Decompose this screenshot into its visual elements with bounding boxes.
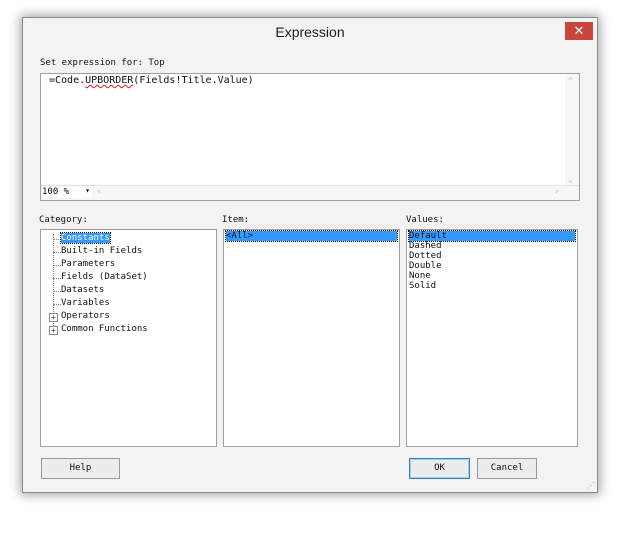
tree-branch: [53, 239, 61, 240]
values-list-entry[interactable]: Dotted: [409, 251, 575, 261]
values-label: Values:: [406, 215, 444, 225]
category-item-label: Datasets: [61, 285, 105, 295]
tree-branch: [53, 265, 61, 266]
chevron-down-icon: ▾: [85, 186, 90, 195]
title-bar: Expression ✕: [23, 18, 597, 46]
expression-text[interactable]: =Code.UPBORDER(Fields!Title.Value): [49, 75, 254, 86]
expression-dialog: Expression ✕ Set expression for: Top =Co…: [22, 17, 598, 493]
category-item-label: Built-in Fields: [61, 246, 143, 256]
category-item-label: Operators: [61, 311, 110, 321]
expression-prefix: =Code.: [49, 75, 86, 86]
zoom-value: 100 %: [42, 187, 70, 197]
vertical-scrollbar[interactable]: ⌃ ⌄: [565, 74, 579, 186]
scroll-down-icon[interactable]: ⌄: [568, 175, 573, 184]
category-item-label: Variables: [61, 298, 110, 308]
values-list-entry[interactable]: Solid: [409, 281, 575, 291]
item-list-entry[interactable]: <All>: [225, 230, 398, 242]
category-item[interactable]: Fields (DataSet): [61, 272, 148, 284]
category-item[interactable]: Built-in Fields: [61, 246, 142, 258]
category-item[interactable]: Common Functions: [61, 324, 148, 336]
close-icon: ✕: [573, 23, 585, 38]
expression-suffix: (Fields!Title.Value): [133, 75, 254, 86]
expand-icon[interactable]: +: [49, 313, 58, 322]
category-label: Category:: [39, 215, 88, 225]
category-item-label: Parameters: [61, 259, 116, 269]
item-label: Item:: [222, 215, 250, 225]
horizontal-scrollbar[interactable]: 100 % ▾ ‹ ›: [41, 185, 579, 200]
values-list-entry[interactable]: Double: [409, 261, 575, 271]
scroll-left-icon[interactable]: ‹: [97, 187, 102, 196]
ok-button[interactable]: OK: [409, 458, 470, 479]
zoom-dropdown[interactable]: 100 % ▾: [42, 186, 92, 198]
values-list-entry[interactable]: Default: [408, 230, 576, 242]
values-list[interactable]: Default Dashed Dotted Double None Solid: [406, 229, 578, 447]
expand-icon[interactable]: +: [49, 326, 58, 335]
close-button[interactable]: ✕: [565, 22, 593, 40]
expression-label: Set expression for: Top: [40, 58, 165, 68]
category-item[interactable]: Variables: [61, 298, 110, 310]
expression-editor[interactable]: =Code.UPBORDER(Fields!Title.Value) ⌃ ⌄ 1…: [40, 73, 580, 201]
scroll-up-icon[interactable]: ⌃: [568, 76, 573, 85]
category-item-label: Common Functions: [61, 324, 148, 334]
category-item-label: Fields (DataSet): [61, 272, 148, 282]
item-list[interactable]: <All>: [223, 229, 400, 447]
category-item[interactable]: Datasets: [61, 285, 104, 297]
resize-grip-icon[interactable]: ⋰: [587, 481, 595, 490]
tree-branch: [53, 252, 61, 253]
scroll-right-icon[interactable]: ›: [554, 187, 559, 196]
cancel-button[interactable]: Cancel: [477, 458, 537, 479]
dialog-title: Expression: [275, 24, 345, 40]
values-list-entry[interactable]: Dashed: [409, 241, 575, 251]
category-item[interactable]: Parameters: [61, 259, 115, 271]
help-button[interactable]: Help: [41, 458, 120, 479]
tree-branch: [53, 291, 61, 292]
category-item[interactable]: Constants: [60, 232, 111, 245]
values-list-entry[interactable]: None: [409, 271, 575, 281]
tree-branch: [53, 278, 61, 279]
category-item-label: Constants: [60, 232, 111, 244]
expression-misspelled: UPBORDER: [85, 75, 134, 86]
category-tree[interactable]: Constants Built-in Fields Parameters Fields…: [40, 229, 217, 447]
category-item[interactable]: Operators: [61, 311, 110, 323]
tree-branch: [53, 304, 61, 305]
